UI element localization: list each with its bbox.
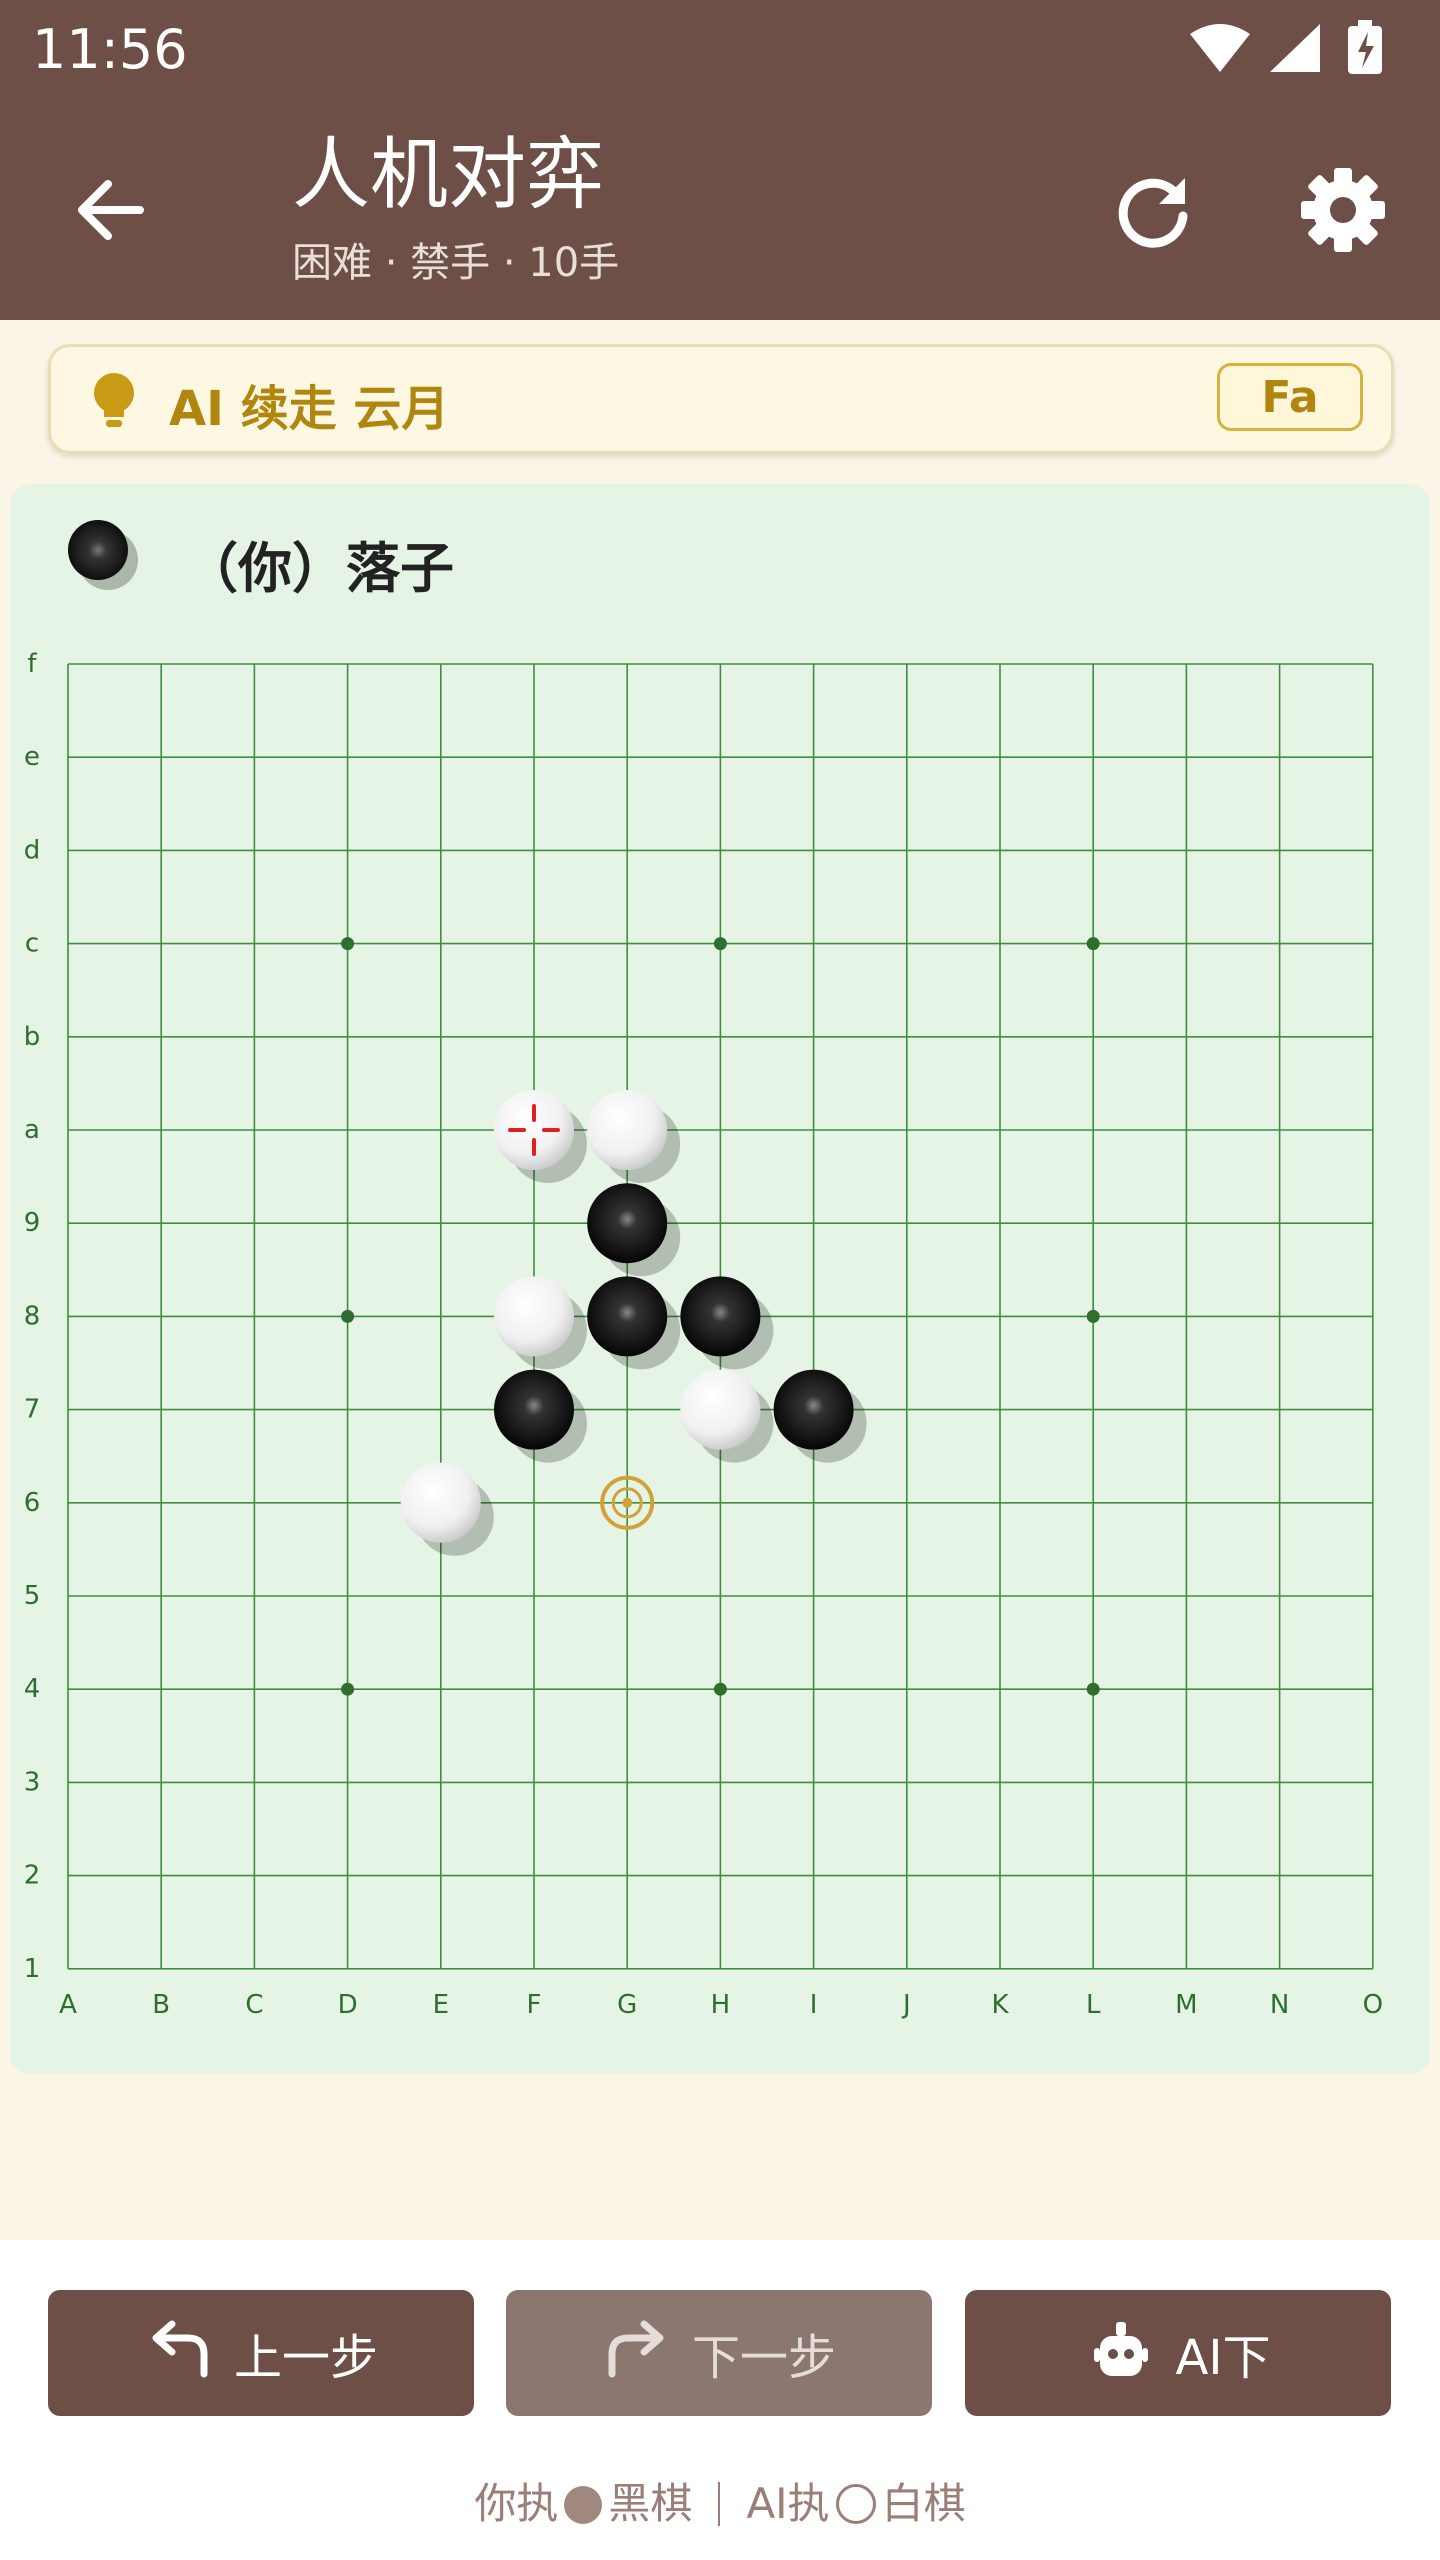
star-point [1086, 937, 1100, 951]
page-subtitle: 困难 · 禁手 · 10手 [292, 240, 620, 286]
black-stone [494, 1369, 587, 1463]
gomoku-board[interactable]: f e d c b a 9 8 7 6 5 4 3 2 1A B C D E F G H I J K L M N O [10, 650, 1430, 2030]
star-point [1086, 1309, 1100, 1323]
row-label: 8 [24, 1301, 41, 1331]
turn-label: （你）落子 [184, 537, 454, 600]
app-bar: 人机对弈 困难 · 禁手 · 10手 [0, 100, 1440, 320]
star-point [713, 1682, 727, 1696]
game-panel: （你）落子 f e d c b a 9 8 7 6 5 4 3 2 1A B C D E F G H I J K L M N O [10, 484, 1430, 2074]
column-label: A [59, 1990, 77, 2020]
column-label: O [1363, 1990, 1383, 2020]
row-label: 4 [24, 1674, 41, 1704]
row-label: e [24, 742, 40, 772]
row-label: 2 [24, 1861, 41, 1891]
lightbulb-icon [94, 373, 134, 427]
white-stone [494, 1276, 587, 1370]
star-point [1086, 1682, 1100, 1696]
page-title: 人机对弈 [292, 130, 605, 220]
column-label: M [1175, 1990, 1197, 2020]
column-label: D [338, 1990, 358, 2020]
column-label: N [1270, 1990, 1289, 2020]
white-stone [400, 1462, 494, 1556]
status-bar: 11:56 [0, 0, 1440, 100]
ai-hint-card: AI 续走 云月 Fa [48, 344, 1394, 454]
player-ai-color: 白棋 [881, 2479, 966, 2528]
status-icons [1190, 20, 1382, 74]
star-point [341, 937, 355, 951]
ai-move-button[interactable]: AI下 [965, 2290, 1391, 2416]
column-label: F [527, 1990, 542, 2020]
player-you-label: 你执 [474, 2479, 559, 2528]
gear-icon[interactable] [1295, 162, 1391, 258]
column-label: K [991, 1990, 1009, 2020]
battery-charging-icon [1348, 20, 1382, 74]
column-label: I [810, 1990, 818, 2020]
row-label: 6 [24, 1488, 41, 1518]
ai-move-label: AI下 [1175, 2330, 1271, 2386]
column-label: B [152, 1990, 170, 2020]
redo-label: 下一步 [691, 2330, 836, 2386]
signal-icon [1270, 24, 1320, 72]
column-label: G [617, 1990, 637, 2020]
player-info: 你执 黑棋 AI执 白棋 [0, 2470, 1440, 2531]
player-you-color: 黑棋 [608, 2479, 693, 2528]
black-stone [587, 1276, 681, 1370]
row-label: c [25, 929, 39, 959]
row-label: 9 [24, 1208, 41, 1238]
row-label: f [27, 650, 37, 679]
white-stone [680, 1369, 774, 1463]
wifi-icon [1190, 24, 1250, 72]
undo-arrow-icon [152, 2320, 208, 2378]
bottom-controls: 上一步 下一步 AI下 你执 黑棋 AI执 白棋 [0, 2240, 1440, 2560]
redo-button[interactable]: 下一步 [506, 2290, 932, 2416]
black-stone [680, 1276, 774, 1370]
row-label: b [24, 1022, 41, 1052]
column-label: J [901, 1990, 911, 2020]
undo-button[interactable]: 上一步 [48, 2290, 474, 2416]
column-label: E [433, 1990, 449, 2020]
row-label: a [24, 1115, 40, 1145]
column-label: H [711, 1990, 731, 2020]
refresh-icon[interactable] [1105, 162, 1201, 258]
row-label: 1 [24, 1954, 41, 1984]
black-stone-icon [68, 520, 138, 590]
divider [718, 2482, 721, 2526]
white-dot-icon [835, 2484, 876, 2524]
star-point [341, 1682, 355, 1696]
star-point [341, 1309, 355, 1323]
undo-label: 上一步 [233, 2330, 378, 2386]
row-label: 3 [24, 1767, 41, 1797]
redo-arrow-icon [608, 2320, 664, 2378]
arrow-left-icon[interactable] [70, 170, 150, 250]
column-label: C [245, 1990, 263, 2020]
star-point [713, 937, 727, 951]
row-label: 5 [24, 1581, 41, 1611]
ai-hint-position-tag[interactable]: Fa [1217, 363, 1363, 431]
black-stone [773, 1369, 867, 1463]
status-time: 11:56 [32, 18, 188, 81]
black-stone [587, 1183, 681, 1277]
black-dot-icon [564, 2486, 603, 2524]
row-label: 7 [24, 1395, 41, 1425]
white-stone [587, 1090, 681, 1183]
player-ai-label: AI执 [746, 2479, 830, 2528]
column-label: L [1086, 1990, 1101, 2020]
ai-hint-text: AI 续走 云月 [169, 381, 450, 437]
white-stone [494, 1090, 587, 1183]
row-label: d [24, 835, 41, 865]
robot-icon [1093, 2322, 1148, 2376]
